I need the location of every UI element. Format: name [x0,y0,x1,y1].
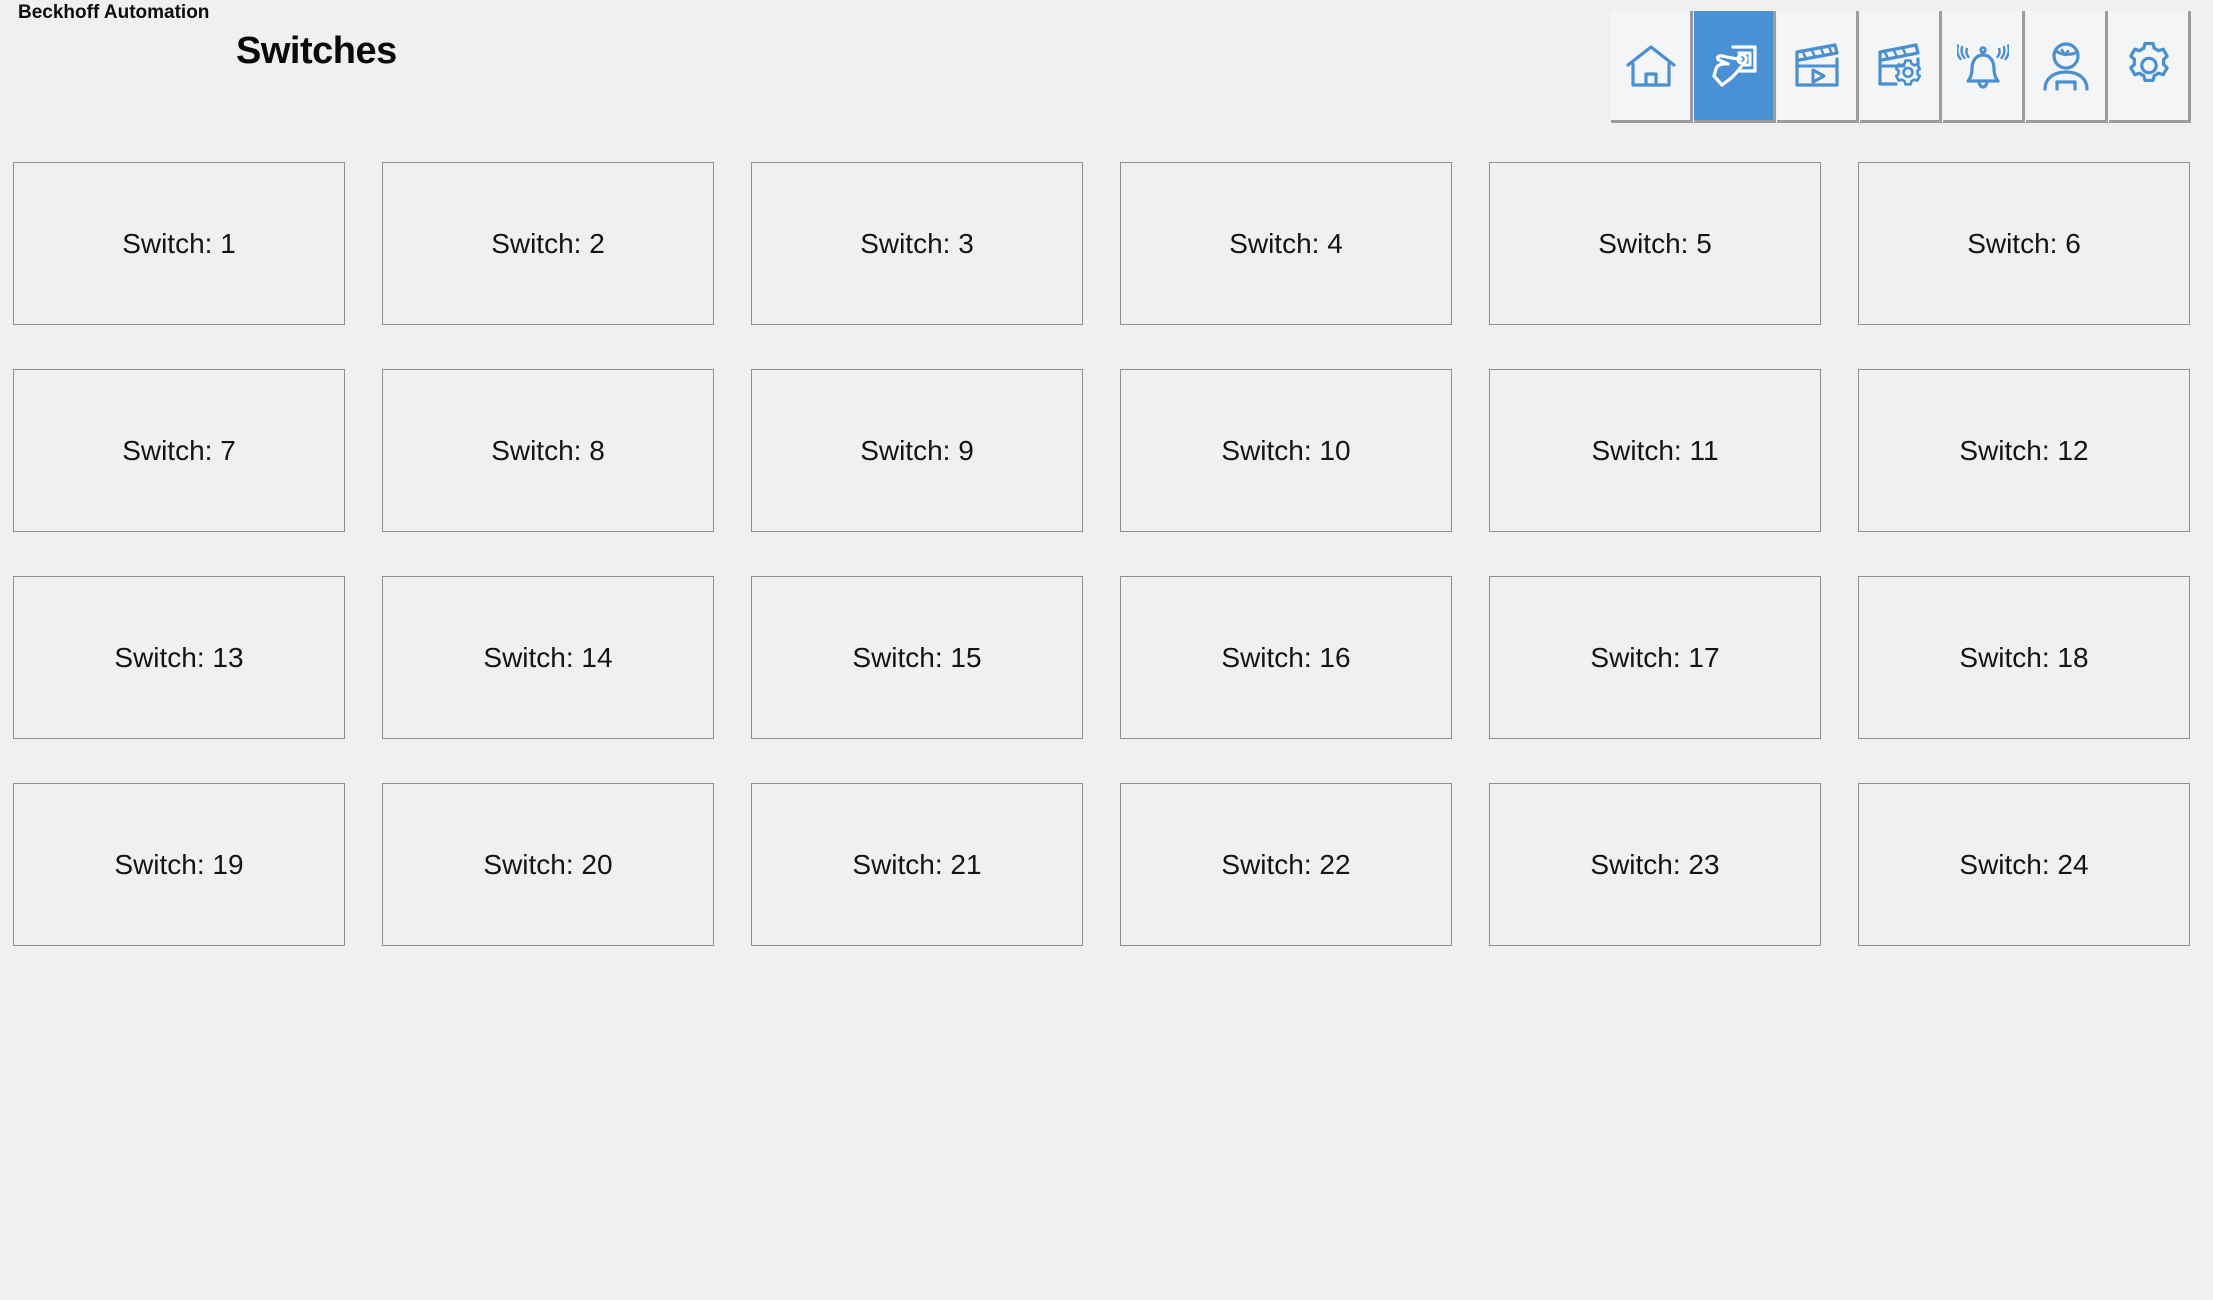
switch-tile-label: Switch: 16 [1221,641,1351,673]
switch-tile[interactable]: Switch: 10 [1120,369,1452,532]
switch-tile[interactable]: Switch: 13 [13,576,345,739]
switch-tile[interactable]: Switch: 21 [751,783,1083,946]
switch-tile[interactable]: Switch: 9 [751,369,1083,532]
switch-tile[interactable]: Switch: 8 [382,369,714,532]
navigation-toolbar [1611,11,2188,123]
clapperboard-play-icon [1791,42,1843,90]
toolbar-button-user[interactable] [2026,11,2105,120]
switch-tile-label: Switch: 21 [852,848,982,880]
switch-tile-label: Switch: 8 [491,434,605,466]
switch-tile[interactable]: Switch: 4 [1120,162,1452,325]
switch-tile[interactable]: Switch: 6 [1858,162,2190,325]
home-icon [1625,43,1677,89]
switch-tile-label: Switch: 18 [1959,641,2089,673]
switch-tile-label: Switch: 2 [491,227,605,259]
switch-tile[interactable]: Switch: 16 [1120,576,1452,739]
app-header: Beckhoff Automation Switches [0,0,2213,130]
switch-tile-label: Switch: 20 [483,848,613,880]
switch-tile[interactable]: Switch: 14 [382,576,714,739]
switch-tile[interactable]: Switch: 2 [382,162,714,325]
switch-tile[interactable]: Switch: 24 [1858,783,2190,946]
switch-tile-label: Switch: 22 [1221,848,1351,880]
switch-tile-label: Switch: 4 [1229,227,1343,259]
switch-tile[interactable]: Switch: 20 [382,783,714,946]
switch-tile[interactable]: Switch: 18 [1858,576,2190,739]
switch-tile[interactable]: Switch: 12 [1858,369,2190,532]
switch-tile-label: Switch: 17 [1590,641,1720,673]
switch-tile-label: Switch: 9 [860,434,974,466]
switch-tile-label: Switch: 12 [1959,434,2089,466]
switch-tile-label: Switch: 11 [1591,434,1719,466]
switch-tile-label: Switch: 6 [1967,227,2081,259]
toolbar-button-settings[interactable] [2109,11,2188,120]
switch-tile-label: Switch: 5 [1598,227,1712,259]
switch-tile[interactable]: Switch: 23 [1489,783,1821,946]
switch-grid: Switch: 1 Switch: 2 Switch: 3 Switch: 4 Swit… [13,162,2193,946]
gear-icon [2123,41,2175,91]
switch-tile[interactable]: Switch: 22 [1120,783,1452,946]
toolbar-button-home[interactable] [1611,11,1690,120]
toolbar-button-switches[interactable] [1694,11,1773,120]
toolbar-button-scene-settings[interactable] [1860,11,1939,120]
switch-tile[interactable]: Switch: 7 [13,369,345,532]
switch-tile-label: Switch: 14 [483,641,613,673]
switch-tile-label: Switch: 19 [114,848,244,880]
switch-tile[interactable]: Switch: 1 [13,162,345,325]
hand-press-button-icon [1708,41,1760,91]
switch-tile-label: Switch: 7 [122,434,236,466]
switch-tile-label: Switch: 13 [114,641,244,673]
switch-tile-label: Switch: 3 [860,227,974,259]
switch-tile[interactable]: Switch: 11 [1489,369,1821,532]
user-icon [2040,41,2092,91]
switch-tile-label: Switch: 15 [852,641,982,673]
switch-tile[interactable]: Switch: 3 [751,162,1083,325]
switch-tile-label: Switch: 1 [122,227,236,259]
switch-tile-label: Switch: 23 [1590,848,1720,880]
switch-tile[interactable]: Switch: 5 [1489,162,1821,325]
alarm-bell-icon [1956,41,2009,91]
switch-tile[interactable]: Switch: 15 [751,576,1083,739]
toolbar-button-alarms[interactable] [1943,11,2022,120]
clapperboard-gear-icon [1874,42,1926,90]
brand-label: Beckhoff Automation [18,2,210,23]
toolbar-button-scenes[interactable] [1777,11,1856,120]
switch-tile-label: Switch: 10 [1221,434,1351,466]
switch-tile-label: Switch: 24 [1959,848,2089,880]
switch-tile[interactable]: Switch: 19 [13,783,345,946]
page-title: Switches [236,30,397,72]
switch-tile[interactable]: Switch: 17 [1489,576,1821,739]
